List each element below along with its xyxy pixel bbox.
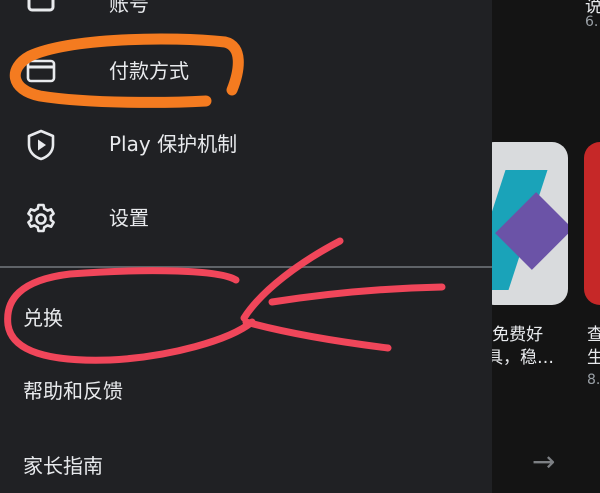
drawer-item-label: 设置 — [109, 206, 149, 230]
drawer-divider — [0, 266, 492, 268]
drawer-item-label: 账号 — [109, 0, 149, 16]
drawer-item-label: 家长指南 — [23, 454, 103, 478]
drawer-item-redeem[interactable]: 兑换 — [0, 288, 492, 348]
app2-title-fragment[interactable]: 查 — [587, 320, 600, 345]
play-protect-shield-icon — [27, 129, 55, 161]
app2-desc-fragment: 生 — [587, 348, 600, 368]
drawer-item-help-feedback[interactable]: 帮助和反馈 — [0, 361, 492, 421]
app-desc-fragment: 具，稳… — [486, 348, 554, 368]
drawer-item-settings[interactable]: 设置 — [0, 188, 492, 248]
credit-card-icon — [26, 59, 56, 83]
bg-top-sub: 6. — [585, 14, 599, 30]
drawer-item-label: 帮助和反馈 — [23, 379, 123, 403]
drawer-item-play-protect[interactable]: Play 保护机制 — [0, 115, 492, 175]
drawer-item-label: 兑换 — [23, 306, 63, 330]
screen: 说 6. -免费好 具，稳… 查 生 8. → 账号 付款方式 Play 保护机… — [0, 0, 600, 493]
arrow-right-icon[interactable]: → — [532, 448, 555, 476]
app2-rating-fragment: 8. — [587, 372, 600, 388]
account-icon — [27, 0, 55, 12]
drawer-item-payment-methods[interactable]: 付款方式 — [0, 42, 492, 102]
app-title-fragment[interactable]: -免费好 — [486, 320, 543, 345]
drawer-item-label: 付款方式 — [109, 59, 189, 83]
drawer-item-account[interactable]: 账号 — [0, 0, 492, 30]
app-tile-icon-2[interactable] — [584, 142, 600, 305]
navigation-drawer: 账号 付款方式 Play 保护机制 设置 兑换 帮助和反馈 家长指南 — [0, 0, 492, 493]
drawer-item-label: Play 保护机制 — [109, 132, 238, 156]
drawer-item-parent-guide[interactable]: 家长指南 — [0, 436, 492, 493]
gear-icon — [27, 203, 55, 233]
